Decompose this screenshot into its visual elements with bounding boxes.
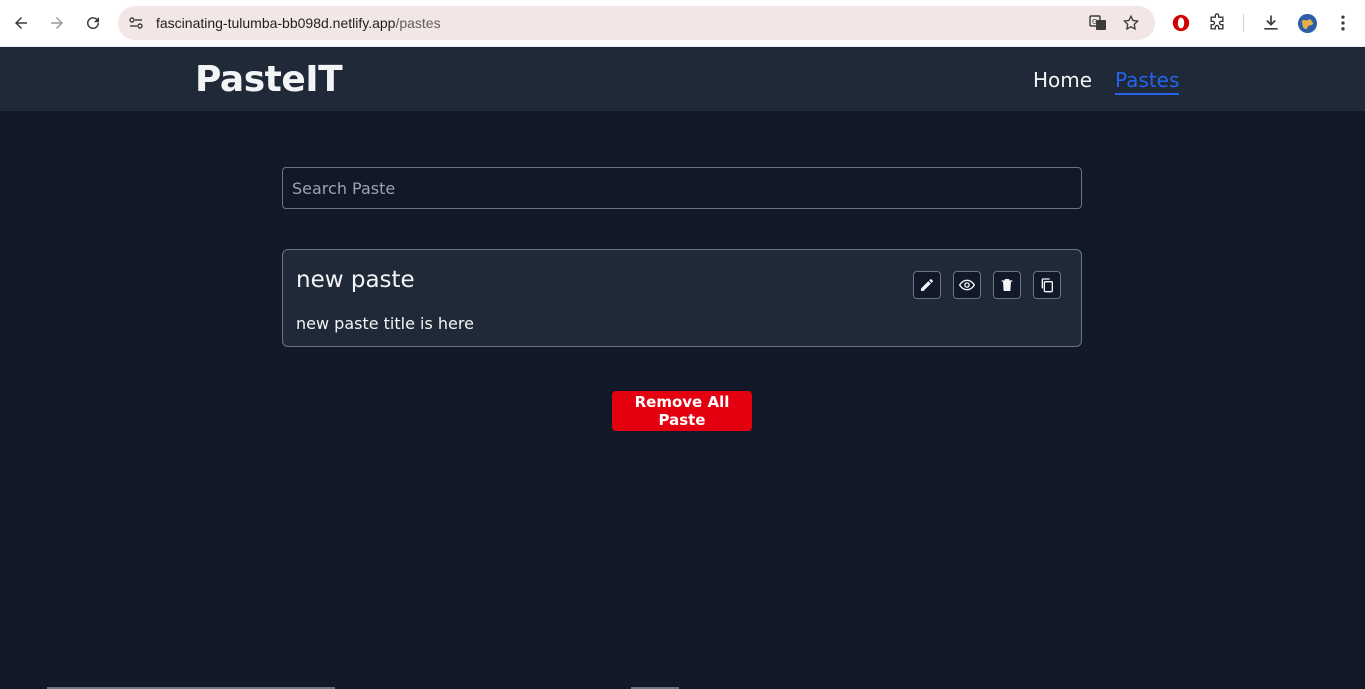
eye-icon [959,279,975,291]
download-icon[interactable] [1260,12,1282,34]
toolbar-divider [1243,14,1244,32]
bookmark-star-icon[interactable] [1122,14,1140,32]
profile-avatar-icon[interactable] [1296,12,1318,34]
remove-all-button[interactable]: Remove All Paste [612,391,752,431]
browser-menu-icon[interactable] [1332,12,1354,34]
back-icon[interactable] [9,11,33,35]
forward-icon[interactable] [45,11,69,35]
svg-text:G: G [1092,18,1097,26]
translate-icon[interactable]: G [1089,14,1107,32]
search-input[interactable] [282,167,1082,209]
copy-button[interactable] [1033,271,1061,299]
adblock-extension-icon[interactable] [1170,12,1192,34]
trash-icon [1001,279,1013,291]
app-navbar: PasteIT Home Pastes [0,47,1365,111]
copy-icon [1041,278,1053,293]
nav-link-home[interactable]: Home [1033,68,1092,92]
app-logo[interactable]: PasteIT [195,59,343,100]
address-bar[interactable]: fascinating-tulumba-bb098d.netlify.app/p… [118,6,1155,40]
paste-content: new paste title is here [296,314,474,333]
extensions-puzzle-icon[interactable] [1206,12,1228,34]
nav-link-pastes[interactable]: Pastes [1115,68,1180,95]
delete-button[interactable] [993,271,1021,299]
edit-button[interactable] [913,271,941,299]
browser-toolbar: fascinating-tulumba-bb098d.netlify.app/p… [0,0,1365,47]
url-text: fascinating-tulumba-bb098d.netlify.app/p… [156,15,441,31]
view-button[interactable] [953,271,981,299]
reload-icon[interactable] [81,11,105,35]
paste-card: new paste new paste title is here [282,249,1082,347]
site-settings-icon[interactable] [128,15,144,31]
paste-title: new paste [296,267,415,293]
pencil-icon [921,279,933,291]
